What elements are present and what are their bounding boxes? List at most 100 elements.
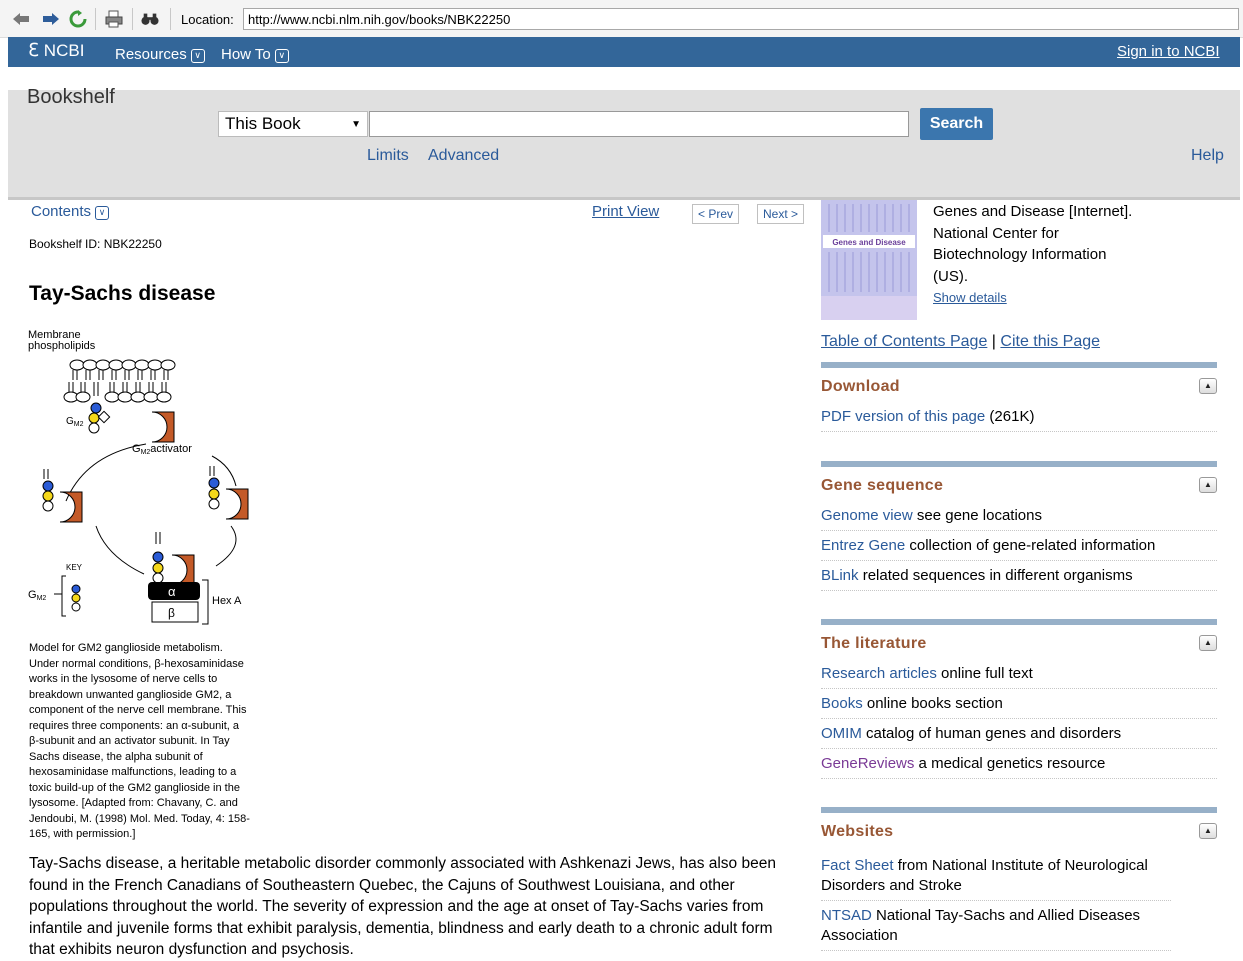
ncbi-top-bar: ℇ NCBI Resources ∨ How To ∨ Sign in to NCB… bbox=[8, 37, 1240, 67]
caption-line: hexosaminidase malfunctions, leading to … bbox=[29, 766, 237, 778]
figure-caption: Model for GM2 ganglioside metabolism. Un… bbox=[29, 641, 273, 843]
membrane-lipids bbox=[63, 359, 176, 403]
genome-view-link[interactable]: Genome view bbox=[821, 507, 913, 524]
limits-link[interactable]: Limits bbox=[367, 147, 409, 165]
ntsad-link[interactable]: NTSAD bbox=[821, 907, 872, 924]
back-icon[interactable] bbox=[12, 10, 30, 28]
book-citation: Genes and Disease [Internet]. National C… bbox=[933, 201, 1163, 287]
help-link[interactable]: Help bbox=[1191, 147, 1224, 165]
entrez-gene-link[interactable]: Entrez Gene bbox=[821, 537, 905, 554]
svg-text:KEY: KEY bbox=[66, 563, 83, 572]
book-cover-image[interactable]: Genes and Disease bbox=[821, 200, 917, 320]
list-item: Books online books section bbox=[821, 694, 1217, 719]
section-title: Gene sequence bbox=[821, 477, 944, 494]
location-label: Location: bbox=[181, 12, 234, 27]
chevron-down-icon: ∨ bbox=[274, 49, 289, 63]
pdf-link[interactable]: PDF version of this page bbox=[821, 408, 985, 425]
research-articles-link[interactable]: Research articles bbox=[821, 665, 937, 682]
caption-line: Jendoubi, M. (1998) Mol. Med. Today, 4: … bbox=[29, 812, 250, 825]
ncbi-logo[interactable]: ℇ NCBI bbox=[28, 40, 84, 61]
book-line: Genes and Disease [Internet]. bbox=[933, 203, 1133, 220]
print-icon[interactable] bbox=[105, 10, 123, 28]
book-line: (US). bbox=[933, 267, 968, 285]
body-line: populations throughout the world. The se… bbox=[29, 898, 764, 915]
gm2-left-complex bbox=[42, 469, 83, 523]
item-desc: online full text bbox=[936, 665, 1033, 682]
next-button[interactable]: Next > bbox=[757, 204, 805, 224]
gene-sequence-section: Gene sequence ▲ Genome view see gene loc… bbox=[821, 461, 1217, 592]
contents-menu[interactable]: Contents ∨ bbox=[31, 203, 110, 220]
section-title: The literature bbox=[821, 635, 927, 652]
omim-link[interactable]: OMIM bbox=[821, 725, 862, 742]
caption-line: β-subunit and an activator subunit. In T… bbox=[29, 735, 230, 747]
download-section: Download ▲ PDF version of this page (261… bbox=[821, 362, 1217, 434]
books-link[interactable]: Books bbox=[821, 695, 863, 712]
url-input[interactable]: http://www.ncbi.nlm.nih.gov/books/NBK222… bbox=[243, 8, 1239, 30]
figure-key: KEY GM2 bbox=[28, 563, 83, 617]
list-item: Fact Sheet from National Institute of Ne… bbox=[821, 856, 1171, 901]
search-scope-select[interactable]: This Book ▼ bbox=[218, 111, 368, 137]
list-item: PDF version of this page (261K) bbox=[821, 407, 1217, 432]
caption-line: component of the nerve cell membrane. Th… bbox=[29, 704, 247, 716]
bookshelf-id: Bookshelf ID: NBK22250 bbox=[29, 237, 162, 251]
item-desc: see gene locations bbox=[912, 507, 1042, 524]
websites-section: Websites ▲ Fact Sheet from National Inst… bbox=[821, 807, 1217, 953]
sign-in-link[interactable]: Sign in to NCBI bbox=[1117, 43, 1220, 60]
find-icon[interactable] bbox=[141, 10, 159, 28]
ncbi-logo-icon: ℇ bbox=[28, 40, 40, 60]
bookshelf-title[interactable]: Bookshelf bbox=[27, 86, 115, 109]
figure-label-hexa: Hex A bbox=[212, 595, 242, 607]
item-desc: related sequences in different organisms bbox=[858, 567, 1133, 584]
show-details-link[interactable]: Show details bbox=[933, 290, 1007, 305]
gm2-membrane-complex: GM2 bbox=[66, 402, 111, 434]
forward-icon[interactable] bbox=[42, 10, 60, 28]
caption-line: breakdown unwanted ganglioside GM2, a bbox=[29, 688, 232, 701]
search-scope-value: This Book bbox=[225, 114, 301, 133]
cite-page-link[interactable]: Cite this Page bbox=[1000, 333, 1100, 350]
search-input[interactable] bbox=[369, 111, 909, 137]
dropdown-arrow-icon: ▼ bbox=[351, 119, 361, 130]
list-item: GeneReviews a medical genetics resource bbox=[821, 754, 1217, 779]
fact-sheet-link[interactable]: Fact Sheet bbox=[821, 857, 894, 874]
section-title: Download bbox=[821, 378, 900, 395]
gm2-metabolism-figure[interactable]: Membrane phospholipids GM2 GM2activator bbox=[26, 326, 266, 631]
cover-title: Genes and Disease bbox=[832, 238, 906, 247]
bookshelf-search-bar: Bookshelf This Book ▼ Search Limits Adva… bbox=[8, 86, 1240, 200]
book-line: National Center for bbox=[933, 224, 1059, 242]
howto-menu[interactable]: How To ∨ bbox=[221, 46, 289, 63]
collapse-icon[interactable]: ▲ bbox=[1199, 823, 1217, 839]
list-item: NTSAD National Tay-Sachs and Allied Dise… bbox=[821, 906, 1171, 951]
item-desc: online books section bbox=[862, 695, 1003, 712]
search-button[interactable]: Search bbox=[920, 108, 993, 140]
caption-line: Sachs disease, the alpha subunit of bbox=[29, 750, 203, 763]
list-item: OMIM catalog of human genes and disorder… bbox=[821, 724, 1217, 749]
body-line: Tay-Sachs disease, a heritable metabolic… bbox=[29, 855, 776, 872]
collapse-icon[interactable]: ▲ bbox=[1199, 378, 1217, 394]
resources-menu[interactable]: Resources ∨ bbox=[115, 46, 205, 63]
browser-toolbar: Location: http://www.ncbi.nlm.nih.gov/bo… bbox=[0, 0, 1243, 38]
genereviews-link[interactable]: GeneReviews bbox=[821, 755, 914, 772]
collapse-icon[interactable]: ▲ bbox=[1199, 477, 1217, 493]
blink-link[interactable]: BLink bbox=[821, 567, 859, 584]
advanced-link[interactable]: Advanced bbox=[428, 147, 499, 165]
list-item: Research articles online full text bbox=[821, 664, 1217, 689]
caption-line: lysosome. [Adapted from: Chavany, C. and bbox=[29, 797, 238, 809]
body-line: that exhibits neuron dysfunction and psy… bbox=[29, 941, 354, 958]
toc-page-link[interactable]: Table of Contents Page bbox=[821, 333, 987, 350]
caption-line: 165, with permission.] bbox=[29, 828, 136, 840]
caption-line: Under normal conditions, β-hexosaminidas… bbox=[29, 657, 244, 670]
item-desc: catalog of human genes and disorders bbox=[861, 725, 1122, 742]
list-item: Genome view see gene locations bbox=[821, 506, 1217, 531]
item-desc: a medical genetics resource bbox=[914, 755, 1106, 772]
body-line: found in the French Canadians of Southea… bbox=[29, 876, 735, 894]
collapse-icon[interactable]: ▲ bbox=[1199, 635, 1217, 651]
reload-icon[interactable] bbox=[69, 10, 87, 28]
literature-section: The literature ▲ Research articles onlin… bbox=[821, 619, 1217, 780]
prev-button[interactable]: < Prev bbox=[692, 204, 740, 224]
contents-label: Contents bbox=[31, 203, 92, 220]
print-view-link[interactable]: Print View bbox=[592, 203, 659, 220]
item-desc: (261K) bbox=[985, 408, 1035, 425]
caption-line: works in the lysosome of nerve cells to bbox=[29, 673, 218, 685]
howto-label: How To bbox=[221, 46, 271, 63]
chevron-down-icon: ∨ bbox=[190, 49, 205, 63]
